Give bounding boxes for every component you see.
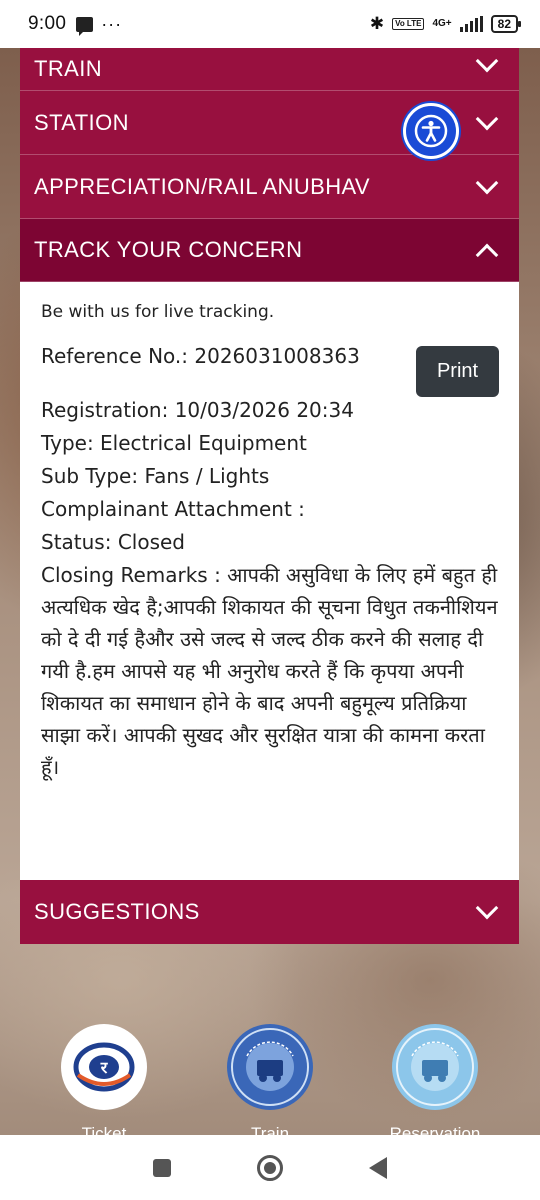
train-tile[interactable]: [227, 1024, 313, 1110]
chevron-down-icon: [475, 107, 499, 130]
indian-railways-emblem-icon: [231, 1028, 309, 1106]
registration-datetime: Registration: 10/03/2026 20:34: [41, 398, 354, 422]
status-bar: 9:00 ··· ✱ Vo LTE 4G+ 82: [0, 0, 540, 48]
complaint-status: Status: Closed: [41, 530, 186, 554]
print-button[interactable]: Print: [416, 346, 499, 397]
track-concern-panel: Be with us for live tracking. Reference …: [20, 282, 519, 880]
chevron-down-icon: [475, 896, 499, 920]
recent-apps-button[interactable]: [153, 1158, 171, 1177]
accordion-label: TRAIN: [34, 56, 102, 81]
home-button[interactable]: [257, 1154, 283, 1181]
accordion-train[interactable]: TRAIN: [20, 48, 519, 91]
ticket-tile[interactable]: र: [61, 1024, 147, 1110]
battery-icon: 82: [490, 15, 522, 33]
network-type: 4G+: [432, 18, 452, 29]
chevron-down-icon: [475, 171, 499, 194]
status-time: 9:00: [28, 13, 67, 34]
back-button[interactable]: [369, 1156, 387, 1179]
complaint-sub-type: Sub Type: Fans / Lights: [41, 464, 270, 488]
indian-railways-emblem-icon: [396, 1028, 474, 1106]
complaint-type: Type: Electrical Equipment: [41, 431, 307, 455]
accordion-label: STATION: [34, 109, 129, 135]
tracking-intro-text: Be with us for live tracking.: [41, 302, 275, 322]
closing-remarks: Closing Remarks : आपकी असुविधा के लिए हम…: [41, 563, 498, 779]
accessibility-icon: [414, 114, 448, 148]
system-navigation-bar: [0, 1135, 540, 1200]
accordion-label: TRACK YOUR CONCERN: [34, 237, 303, 262]
accordion-label: SUGGESTIONS: [34, 899, 200, 924]
accessibility-button[interactable]: [403, 103, 459, 159]
complainant-attachment: Complainant Attachment :: [41, 497, 305, 521]
message-notification-icon: [76, 16, 94, 36]
chevron-down-icon: [475, 49, 499, 73]
accordion-appreciation[interactable]: APPRECIATION/RAIL ANUBHAV: [20, 155, 519, 219]
chevron-up-icon: [475, 243, 499, 267]
accordion-suggestions[interactable]: SUGGESTIONS: [20, 880, 519, 944]
volte-icon: Vo LTE: [392, 18, 425, 30]
accordion-label: APPRECIATION/RAIL ANUBHAV: [34, 173, 371, 199]
irctc-logo-icon: र: [73, 1042, 135, 1092]
reservation-tile[interactable]: [392, 1024, 478, 1110]
bottom-quick-links: र Ticket Train Reservation: [0, 1020, 540, 1143]
signal-strength-icon: [459, 16, 483, 32]
accordion-track-your-concern[interactable]: TRACK YOUR CONCERN: [20, 219, 519, 282]
bluetooth-icon: ✱: [369, 14, 385, 33]
more-notifications-icon: ···: [101, 13, 123, 34]
